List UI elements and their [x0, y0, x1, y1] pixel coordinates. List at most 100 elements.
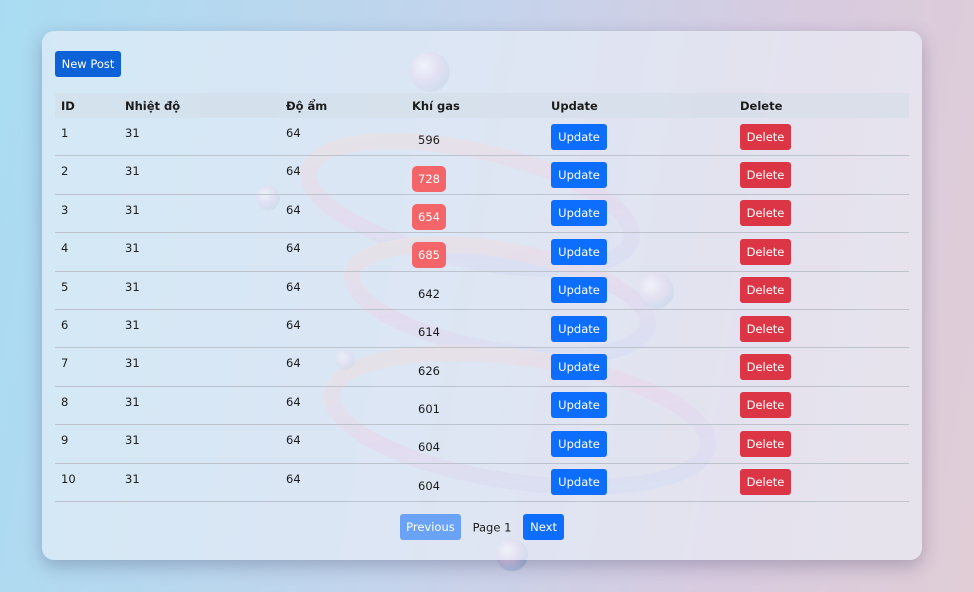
delete-button[interactable]: Delete — [740, 469, 791, 496]
cell-id: 10 — [55, 463, 119, 502]
cell-humidity: 64 — [280, 155, 406, 195]
cell-humidity: 64 — [280, 386, 406, 426]
table-row: 7 31 64 626 Update Delete — [55, 347, 909, 387]
cell-id: 4 — [55, 232, 119, 272]
update-button[interactable]: Update — [551, 238, 607, 265]
cell-humidity: 64 — [280, 232, 406, 272]
delete-button[interactable]: Delete — [740, 162, 791, 189]
header-id: ID — [61, 98, 75, 113]
gas-value: 604 — [418, 478, 440, 493]
cell-humidity: 64 — [280, 194, 406, 234]
table-row: 3 31 64 654 Update Delete — [55, 194, 909, 234]
update-button[interactable]: Update — [551, 469, 607, 496]
table-row: 5 31 64 642 Update Delete — [55, 271, 909, 310]
gas-value-alert-badge: 685 — [412, 242, 446, 269]
cell-id: 9 — [55, 424, 119, 464]
update-button[interactable]: Update — [551, 354, 607, 381]
cell-gas: 604 — [406, 463, 545, 502]
table-row: 2 31 64 728 Update Delete — [55, 155, 909, 195]
cell-update: Update — [545, 463, 734, 502]
cell-delete: Delete — [734, 347, 909, 387]
gas-value: 601 — [418, 401, 440, 416]
next-button[interactable]: Next — [523, 514, 565, 540]
header-humidity: Độ ẩm — [286, 98, 328, 113]
header-gas: Khí gas — [412, 98, 460, 113]
gas-value: 626 — [418, 363, 440, 378]
cell-gas: 626 — [406, 347, 545, 387]
sensor-table: ID Nhiệt độ Độ ẩm Khí gas Update Delete … — [55, 93, 909, 502]
cell-temperature: 31 — [119, 463, 280, 502]
cell-humidity: 64 — [280, 271, 406, 310]
delete-button[interactable]: Delete — [740, 200, 791, 227]
table-row: 10 31 64 604 Update Delete — [55, 463, 909, 502]
cell-update: Update — [545, 309, 734, 349]
cell-gas: 614 — [406, 309, 545, 349]
table-row: 4 31 64 685 Update Delete — [55, 232, 909, 272]
pagination: Previous Page 1 Next — [42, 514, 922, 540]
gas-value-alert-badge: 728 — [412, 165, 446, 192]
cell-id: 6 — [55, 309, 119, 349]
gas-value: 642 — [418, 286, 440, 301]
update-button[interactable]: Update — [551, 392, 607, 419]
delete-button[interactable]: Delete — [740, 238, 791, 265]
delete-button[interactable]: Delete — [740, 430, 791, 457]
update-button[interactable]: Update — [551, 430, 607, 457]
cell-temperature: 31 — [119, 194, 280, 234]
delete-button[interactable]: Delete — [740, 392, 791, 419]
header-temperature: Nhiệt độ — [125, 98, 181, 113]
cell-id: 5 — [55, 271, 119, 310]
cell-temperature: 31 — [119, 118, 280, 157]
delete-button[interactable]: Delete — [740, 277, 791, 304]
cell-delete: Delete — [734, 386, 909, 426]
cell-delete: Delete — [734, 232, 909, 272]
cell-id: 3 — [55, 194, 119, 234]
header-delete: Delete — [740, 98, 783, 113]
new-post-button[interactable]: New Post — [55, 51, 121, 77]
table-header-row: ID Nhiệt độ Độ ẩm Khí gas Update Delete — [55, 93, 909, 118]
cell-temperature: 31 — [119, 386, 280, 426]
delete-button[interactable]: Delete — [740, 123, 791, 150]
cell-gas: 601 — [406, 386, 545, 426]
cell-gas: 642 — [406, 271, 545, 310]
table-row: 6 31 64 614 Update Delete — [55, 309, 909, 349]
delete-button[interactable]: Delete — [740, 354, 791, 381]
cell-update: Update — [545, 155, 734, 195]
gas-value: 596 — [418, 133, 440, 148]
cell-gas: 728 — [406, 155, 545, 195]
delete-button[interactable]: Delete — [740, 315, 791, 342]
update-button[interactable]: Update — [551, 315, 607, 342]
update-button[interactable]: Update — [551, 200, 607, 227]
table-row: 1 31 64 596 Update Delete — [55, 118, 909, 157]
cell-update: Update — [545, 118, 734, 157]
cell-temperature: 31 — [119, 309, 280, 349]
cell-update: Update — [545, 386, 734, 426]
gas-value-alert-badge: 654 — [412, 203, 446, 230]
cell-delete: Delete — [734, 155, 909, 195]
cell-temperature: 31 — [119, 347, 280, 387]
update-button[interactable]: Update — [551, 277, 607, 304]
cell-humidity: 64 — [280, 118, 406, 157]
gas-value: 604 — [418, 440, 440, 455]
cell-id: 1 — [55, 118, 119, 157]
gas-value: 614 — [418, 325, 440, 340]
cell-id: 2 — [55, 155, 119, 195]
previous-button[interactable]: Previous — [399, 514, 461, 540]
cell-id: 8 — [55, 386, 119, 426]
cell-update: Update — [545, 194, 734, 234]
update-button[interactable]: Update — [551, 162, 607, 189]
cell-update: Update — [545, 271, 734, 310]
cell-delete: Delete — [734, 424, 909, 464]
cell-temperature: 31 — [119, 232, 280, 272]
cell-temperature: 31 — [119, 271, 280, 310]
cell-humidity: 64 — [280, 463, 406, 502]
cell-temperature: 31 — [119, 155, 280, 195]
update-button[interactable]: Update — [551, 123, 607, 150]
cell-update: Update — [545, 347, 734, 387]
cell-id: 7 — [55, 347, 119, 387]
cell-delete: Delete — [734, 463, 909, 502]
page-indicator: Page 1 — [472, 520, 512, 535]
cell-gas: 596 — [406, 118, 545, 157]
posts-panel: New Post ID Nhiệt độ Độ ẩm Khí gas Updat… — [42, 31, 922, 560]
cell-delete: Delete — [734, 194, 909, 234]
cell-temperature: 31 — [119, 424, 280, 464]
